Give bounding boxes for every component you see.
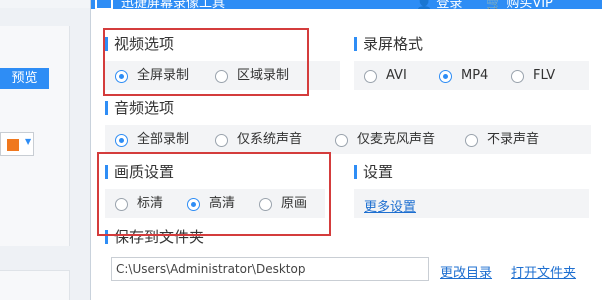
change-directory-link[interactable]: 更改目录 xyxy=(440,262,492,281)
radio-quality-hd-label: 高清 xyxy=(209,196,236,211)
save-path-field[interactable]: C:\Users\Administrator\Desktop xyxy=(111,257,429,281)
radio-quality-original-label: 原画 xyxy=(281,196,308,211)
background-top-strip xyxy=(0,0,90,8)
window-title: 迅捷屏幕录像工具 xyxy=(121,0,226,9)
recording-settings-dialog: ✕ 迅捷屏幕录像工具 👤 登录 🛒 购买VIP 视频选项 全屏录制 区域录制 录… xyxy=(90,0,602,300)
radio-flv[interactable]: FLV xyxy=(511,68,555,84)
radio-audio-mic-label: 仅麦克风声音 xyxy=(357,132,436,147)
radio-audio-system-label: 仅系统声音 xyxy=(237,132,303,147)
background-panel-lower xyxy=(0,270,70,300)
buy-vip-button[interactable]: 🛒 购买VIP xyxy=(486,0,553,9)
login-label: 登录 xyxy=(436,0,463,9)
audio-options-title: 音频选项 xyxy=(105,99,174,117)
radio-quality-sd-label: 标清 xyxy=(137,196,164,211)
radio-dot-icon xyxy=(215,69,228,83)
radio-audio-none-label: 不录声音 xyxy=(487,132,540,147)
radio-dot-icon xyxy=(511,69,524,83)
radio-dot-icon xyxy=(115,133,128,147)
radio-audio-system[interactable]: 仅系统声音 xyxy=(215,132,302,148)
radio-dot-icon xyxy=(115,69,128,83)
radio-flv-label: FLV xyxy=(533,68,556,83)
chevron-down-icon: ▼ xyxy=(25,137,32,146)
radio-dot-icon xyxy=(465,133,478,147)
open-folder-link[interactable]: 打开文件夹 xyxy=(511,262,576,281)
radio-region[interactable]: 区域录制 xyxy=(215,68,289,84)
user-icon: 👤 xyxy=(416,0,433,9)
radio-audio-none[interactable]: 不录声音 xyxy=(465,132,539,148)
color-picker[interactable]: ▼ xyxy=(0,132,34,156)
radio-dot-icon xyxy=(335,133,348,147)
title-bar: ✕ 迅捷屏幕录像工具 👤 登录 🛒 购买VIP xyxy=(91,0,602,9)
radio-avi[interactable]: AVI xyxy=(364,68,407,84)
radio-quality-original[interactable]: 原画 xyxy=(259,196,307,212)
login-button[interactable]: 👤 登录 xyxy=(416,0,462,9)
radio-avi-label: AVI xyxy=(386,68,407,83)
app-logo-icon xyxy=(95,0,113,9)
radio-dot-icon xyxy=(187,197,200,211)
radio-dot-icon xyxy=(259,197,272,211)
more-settings-link[interactable]: 更多设置 xyxy=(364,196,416,215)
radio-quality-sd[interactable]: 标清 xyxy=(115,196,163,212)
video-options-title: 视频选项 xyxy=(105,35,174,53)
format-title: 录屏格式 xyxy=(354,35,423,53)
radio-audio-all[interactable]: 全部录制 xyxy=(115,132,189,148)
radio-dot-icon xyxy=(115,197,128,211)
save-folder-title: 保存到文件夹 xyxy=(105,228,204,246)
cart-icon: 🛒 xyxy=(486,0,503,9)
radio-dot-icon xyxy=(439,69,452,83)
color-swatch xyxy=(7,139,19,151)
preview-button[interactable]: 预览 xyxy=(0,68,49,89)
vip-label: 购买VIP xyxy=(506,0,553,9)
radio-mp4[interactable]: MP4 xyxy=(439,68,488,84)
radio-fullscreen[interactable]: 全屏录制 xyxy=(115,68,189,84)
radio-mp4-label: MP4 xyxy=(461,68,489,83)
quality-title: 画质设置 xyxy=(105,163,174,181)
settings-title: 设置 xyxy=(354,163,393,181)
radio-fullscreen-label: 全屏录制 xyxy=(137,68,190,83)
radio-audio-mic[interactable]: 仅麦克风声音 xyxy=(335,132,435,148)
radio-dot-icon xyxy=(215,133,228,147)
radio-region-label: 区域录制 xyxy=(237,68,290,83)
radio-quality-hd[interactable]: 高清 xyxy=(187,196,235,212)
radio-dot-icon xyxy=(364,69,377,83)
radio-audio-all-label: 全部录制 xyxy=(137,132,190,147)
